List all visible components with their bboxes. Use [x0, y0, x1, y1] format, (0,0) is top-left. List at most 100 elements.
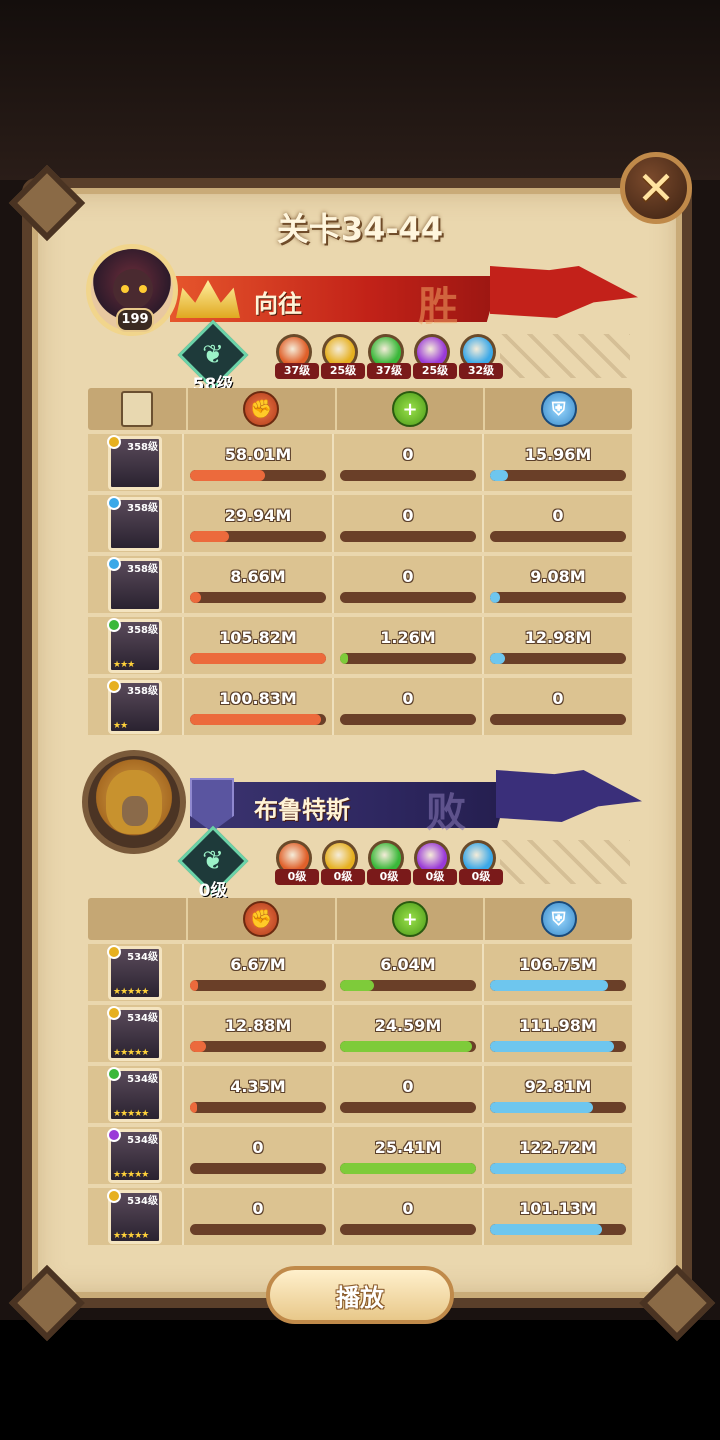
decor-pattern	[500, 840, 630, 884]
stat-bar	[490, 652, 626, 664]
stat-value: 6.04M	[380, 954, 436, 974]
damage-icon: ✊	[243, 901, 280, 937]
stat-value: 4.35M	[230, 1076, 286, 1096]
defense-cell: 111.98M	[482, 1005, 632, 1062]
stat-bar	[190, 530, 326, 542]
stat-value: 24.59M	[374, 1015, 442, 1035]
stat-bar	[340, 1162, 476, 1174]
hero-stars: ★★★★★	[113, 1169, 149, 1180]
faction-level: 37级	[275, 363, 319, 379]
stat-value: 0	[402, 1076, 414, 1096]
hero-row: 534级 ★★★★★ 4.35M 0 92.81M	[88, 1066, 632, 1123]
hero-level: 534级	[127, 951, 158, 963]
stat-bar	[490, 469, 626, 481]
hero-portrait[interactable]: 358级	[107, 434, 162, 490]
stat-bar	[190, 979, 326, 991]
stat-value: 0	[402, 1198, 414, 1218]
defender-name: 布鲁特斯	[254, 796, 350, 824]
stat-bar	[340, 1040, 476, 1052]
attacker-faction-levels: 37级 25级 37级 25级 32级	[275, 334, 503, 379]
attacker-avatar-level: 199	[116, 308, 154, 332]
damage-cell: 4.35M	[182, 1066, 332, 1123]
stat-value: 106.75M	[519, 954, 597, 974]
stat-value: 1.26M	[380, 627, 436, 647]
wilder-icon: 37级	[367, 334, 411, 379]
stat-value: 0	[552, 688, 564, 708]
victory-label: 胜	[418, 284, 458, 330]
scroll-icon[interactable]	[121, 391, 153, 427]
hero-portrait[interactable]: 534级 ★★★★★	[107, 1066, 162, 1122]
damage-cell: 0	[182, 1127, 332, 1184]
hero-portrait[interactable]: 358级	[107, 556, 162, 612]
stat-value: 105.82M	[219, 627, 297, 647]
hero-level: 358级	[127, 563, 158, 575]
hero-portrait[interactable]: 534级 ★★★★★	[107, 944, 162, 1000]
hero-level: 358级	[127, 685, 158, 697]
damage-cell: 100.83M	[182, 678, 332, 735]
hero-row: 358级 ★★ 100.83M 0 0	[88, 678, 632, 735]
shield-icon: ⛨	[540, 901, 577, 937]
hero-level: 358级	[127, 624, 158, 636]
stat-bar-fill	[190, 652, 326, 664]
stat-bar-fill	[490, 591, 500, 603]
stat-bar	[340, 530, 476, 542]
replay-button[interactable]: 播放	[266, 1266, 454, 1324]
shield-icon: ⛨	[540, 391, 577, 427]
damage-cell: 0	[182, 1188, 332, 1245]
damage-cell: 6.67M	[182, 944, 332, 1001]
stat-bar	[340, 652, 476, 664]
faction-level: 37级	[367, 363, 411, 379]
stat-bar-fill	[490, 469, 508, 481]
hero-portrait[interactable]: 534级 ★★★★★	[107, 1005, 162, 1061]
stat-bar	[190, 1040, 326, 1052]
stat-bar-fill	[490, 1040, 614, 1052]
heal-cell: 0	[332, 1188, 482, 1245]
stat-bar	[190, 652, 326, 664]
heal-cell: 1.26M	[332, 617, 482, 674]
stats-header: ✊ + ⛨	[88, 898, 632, 940]
hero-portrait[interactable]: 358级 ★★★	[107, 617, 162, 673]
stat-value: 58.01M	[224, 444, 292, 464]
hero-stars: ★★	[113, 720, 128, 731]
defender-avatar[interactable]	[82, 750, 186, 854]
stat-value: 0	[402, 566, 414, 586]
faction-level: 25级	[413, 363, 457, 379]
graveborn-icon: 0级	[413, 840, 457, 885]
stat-value: 12.98M	[524, 627, 592, 647]
faction-icon	[107, 434, 121, 449]
damage-cell: 58.01M	[182, 434, 332, 491]
wilder-icon: 0级	[367, 840, 411, 885]
faction-icon	[107, 617, 121, 632]
hero-portrait[interactable]: 534级 ★★★★★	[107, 1188, 162, 1244]
stat-bar	[190, 1101, 326, 1113]
faction-icon	[107, 1005, 121, 1020]
hero-portrait[interactable]: 358级	[107, 495, 162, 551]
stat-value: 0	[402, 444, 414, 464]
defense-cell: 0	[482, 495, 632, 552]
defense-cell: 12.98M	[482, 617, 632, 674]
stat-value: 0	[252, 1137, 264, 1157]
stat-value: 92.81M	[524, 1076, 592, 1096]
stat-bar-fill	[340, 652, 349, 664]
damage-cell: 105.82M	[182, 617, 332, 674]
celestial-icon: 32级	[459, 334, 503, 379]
hero-row: 534级 ★★★★★ 0 0 101.13M	[88, 1188, 632, 1245]
faction-icon	[107, 495, 121, 510]
defender-faction-levels: 0级 0级 0级 0级 0级	[275, 840, 503, 885]
stat-bar-fill	[190, 591, 201, 603]
faction-level: 0级	[275, 869, 319, 885]
hero-stars: ★★★★★	[113, 1108, 149, 1119]
stat-bar-fill	[340, 979, 374, 991]
stat-bar-fill	[490, 1101, 594, 1113]
stat-bar-fill	[490, 979, 609, 991]
stat-value: 122.72M	[519, 1137, 597, 1157]
hero-portrait[interactable]: 534级 ★★★★★	[107, 1127, 162, 1183]
hero-stars: ★★★★★	[113, 1047, 149, 1058]
stat-bar	[340, 713, 476, 725]
faction-level: 0级	[459, 869, 503, 885]
hero-row: 358级 8.66M 0 9.08M	[88, 556, 632, 613]
damage-icon: ✊	[243, 391, 280, 427]
hero-portrait[interactable]: 358级 ★★	[107, 678, 162, 734]
stat-value: 9.08M	[530, 566, 586, 586]
stat-bar-fill	[190, 979, 199, 991]
